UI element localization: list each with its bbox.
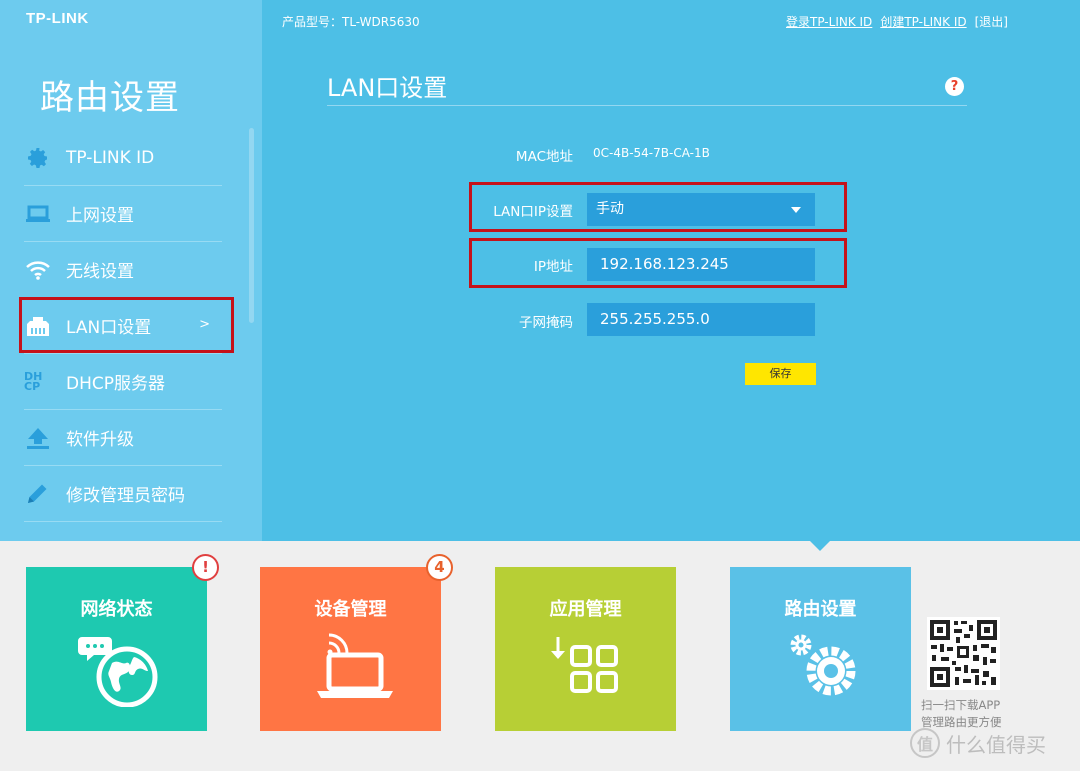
- sidebar-scrollbar[interactable]: [249, 128, 254, 323]
- watermark: 值 什么值得买: [910, 728, 1046, 758]
- active-tile-pointer: [810, 541, 830, 551]
- sidebar-item-label: TP-LINK ID: [66, 147, 155, 168]
- globe-icon: [26, 627, 207, 707]
- help-icon[interactable]: ?: [945, 77, 964, 96]
- laptop-icon: [24, 202, 52, 226]
- logout-link[interactable]: [退出]: [975, 13, 1008, 30]
- apps-grid-icon: [495, 627, 676, 707]
- tile-device-management[interactable]: 设备管理 4: [260, 554, 453, 731]
- header-links: 登录TP-LINK ID 创建TP-LINK ID [退出]: [786, 13, 1008, 30]
- sidebar-item-internet[interactable]: 上网设置: [24, 186, 222, 242]
- tp-link-logo: TP-LINK: [26, 10, 89, 27]
- sidebar-item-label: 无线设置: [66, 262, 134, 282]
- tile-label: 设备管理: [314, 599, 387, 620]
- sidebar-item-dhcp[interactable]: DH CP DHCP服务器: [24, 354, 222, 410]
- tile-network-status[interactable]: 网络状态 !: [26, 554, 219, 731]
- highlight-box-lan-menu: [19, 297, 234, 353]
- tile-app-management[interactable]: 应用管理: [495, 567, 676, 731]
- tile-label: 网络状态: [80, 599, 153, 620]
- count-badge: 4: [426, 554, 453, 581]
- upload-icon: [24, 426, 52, 450]
- title-divider: [327, 105, 967, 106]
- mac-label: MAC地址: [515, 149, 573, 165]
- qr-caption-line1: 扫一扫下载APP: [921, 698, 1001, 712]
- alert-badge: !: [192, 554, 219, 581]
- watermark-logo-icon: 值: [910, 728, 940, 758]
- mac-value: 0C-4B-54-7B-CA-1B: [593, 146, 710, 160]
- sidebar-item-upgrade[interactable]: 软件升级: [24, 410, 222, 466]
- tile-label: 应用管理: [549, 599, 622, 620]
- sidebar-item-wireless[interactable]: 无线设置: [24, 242, 222, 298]
- laptop-wifi-icon: [260, 627, 441, 707]
- sidebar-item-label: 上网设置: [66, 206, 134, 226]
- highlight-box-lan-ip-mode: [469, 182, 847, 232]
- save-button[interactable]: 保存: [745, 363, 816, 385]
- sidebar-title: 路由设置: [40, 78, 180, 118]
- subnet-mask-field[interactable]: 255.255.255.0: [587, 303, 815, 336]
- highlight-box-ip: [469, 238, 847, 288]
- qr-code: [927, 617, 1000, 690]
- pencil-icon: [24, 482, 52, 506]
- model-label: 产品型号：TL-WDR5630: [282, 15, 420, 29]
- create-tplink-id-link[interactable]: 创建TP-LINK ID: [880, 13, 966, 30]
- sidebar-item-label: DHCP服务器: [66, 374, 165, 394]
- sidebar-item-label: 修改管理员密码: [66, 486, 185, 506]
- watermark-text: 什么值得买: [946, 732, 1046, 757]
- gears-icon: [730, 627, 911, 707]
- sidebar-item-password[interactable]: 修改管理员密码: [24, 466, 222, 522]
- qr-caption: 扫一扫下载APP 管理路由更方便: [921, 697, 1011, 731]
- sidebar-item-label: 软件升级: [66, 430, 134, 450]
- page-title: LAN口设置: [327, 74, 448, 102]
- sidebar-item-tp-link-id[interactable]: TP-LINK ID: [24, 130, 222, 186]
- wifi-icon: [24, 258, 52, 282]
- login-tplink-id-link[interactable]: 登录TP-LINK ID: [786, 13, 872, 30]
- sidebar: TP-LINK 路由设置 TP-LINK ID 上网设置 无线设置 LAN口设置: [0, 0, 262, 541]
- tile-label: 路由设置: [784, 599, 857, 620]
- tile-router-settings[interactable]: 路由设置: [730, 567, 911, 731]
- subnet-mask-label: 子网掩码: [519, 315, 573, 331]
- dhcp-icon: DH CP: [24, 369, 43, 393]
- gear-icon: [24, 146, 52, 170]
